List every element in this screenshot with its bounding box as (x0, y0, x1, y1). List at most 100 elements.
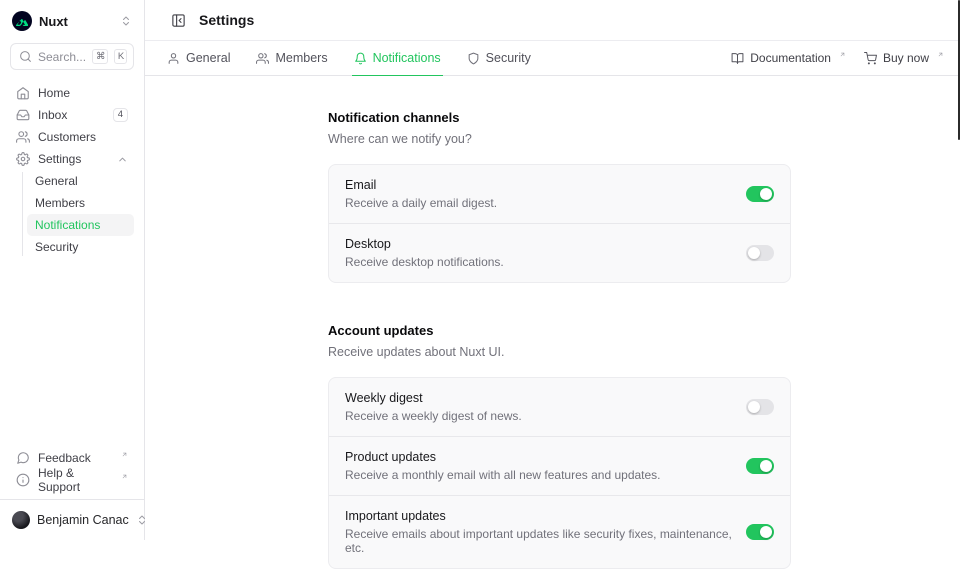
setting-description: Receive emails about important updates l… (345, 527, 734, 555)
action-label: Buy now (883, 51, 929, 65)
sidebar-item-members[interactable]: Members (27, 192, 134, 214)
tab-security[interactable]: Security (467, 41, 531, 75)
tab-members[interactable]: Members (256, 41, 327, 75)
tab-label: Security (486, 51, 531, 65)
external-link-icon (937, 51, 944, 58)
users-icon (256, 52, 269, 65)
sidebar-item-label: Members (35, 196, 85, 210)
sidebar-item-label: Settings (38, 152, 109, 166)
action-label: Documentation (750, 51, 831, 65)
setting-text: Desktop Receive desktop notifications. (345, 237, 734, 269)
user-name: Benjamin Canac (37, 513, 129, 527)
sidebar-footer: Feedback Help & Support Benjamin Canac (10, 447, 134, 532)
cart-icon (864, 52, 877, 65)
sidebar-item-label: Home (38, 86, 128, 100)
product-updates-toggle[interactable] (746, 458, 774, 474)
email-toggle[interactable] (746, 186, 774, 202)
tab-general[interactable]: General (167, 41, 230, 75)
page-title: Settings (199, 12, 254, 28)
kbd-k: K (114, 49, 127, 64)
settings-subnav: General Members Notifications Security (22, 170, 134, 258)
header-actions: Documentation Buy now (731, 41, 944, 75)
chat-bubble-icon (16, 451, 30, 465)
setting-description: Receive a weekly digest of news. (345, 409, 734, 423)
footer-link-label: Feedback (38, 451, 111, 465)
panel-left-icon (171, 13, 186, 28)
avatar (12, 511, 30, 529)
weekly-digest-toggle[interactable] (746, 399, 774, 415)
setting-description: Receive a daily email digest. (345, 196, 734, 210)
bell-icon (354, 52, 367, 65)
account-updates-section: Account updates Receive updates about Nu… (328, 323, 791, 569)
sidebar-item-customers[interactable]: Customers (10, 126, 134, 148)
app-window: Nuxt Search... ⌘ K Home Inbox 4 Customer… (0, 0, 960, 540)
sidebar: Nuxt Search... ⌘ K Home Inbox 4 Customer… (0, 0, 145, 540)
sidebar-item-settings[interactable]: Settings (10, 148, 134, 170)
notification-channels-section: Notification channels Where can we notif… (328, 110, 791, 283)
setting-row-important-updates: Important updates Receive emails about i… (329, 495, 790, 568)
help-support-link[interactable]: Help & Support (10, 469, 134, 491)
setting-label: Weekly digest (345, 391, 734, 405)
workspace-switcher[interactable]: Nuxt (12, 9, 132, 33)
sidebar-item-security[interactable]: Security (27, 236, 134, 258)
section-subtitle: Receive updates about Nuxt UI. (328, 345, 791, 359)
setting-row-desktop: Desktop Receive desktop notifications. (329, 223, 790, 282)
search-placeholder: Search... (38, 50, 86, 64)
sidebar-item-general[interactable]: General (27, 170, 134, 192)
tab-label: Notifications (373, 51, 441, 65)
sidebar-item-label: General (35, 174, 78, 188)
search-input[interactable]: Search... ⌘ K (10, 43, 134, 70)
main-panel: Settings General Members Notifications (145, 0, 960, 540)
setting-row-weekly-digest: Weekly digest Receive a weekly digest of… (329, 378, 790, 436)
tab-label: General (186, 51, 230, 65)
users-icon (16, 130, 30, 144)
settings-card: Weekly digest Receive a weekly digest of… (328, 377, 791, 569)
desktop-toggle[interactable] (746, 245, 774, 261)
section-title: Account updates (328, 323, 791, 338)
user-menu[interactable]: Benjamin Canac (10, 508, 134, 532)
chevrons-up-down-icon (120, 15, 132, 27)
setting-text: Important updates Receive emails about i… (345, 509, 734, 555)
sidebar-item-label: Security (35, 240, 78, 254)
search-icon (19, 50, 32, 63)
setting-text: Product updates Receive a monthly email … (345, 450, 734, 482)
settings-card: Email Receive a daily email digest. Desk… (328, 164, 791, 283)
setting-description: Receive a monthly email with all new fea… (345, 468, 734, 482)
info-icon (16, 473, 30, 487)
buy-now-button[interactable]: Buy now (864, 41, 944, 75)
section-title: Notification channels (328, 110, 791, 125)
settings-content: Notification channels Where can we notif… (328, 76, 791, 569)
tab-label: Members (275, 51, 327, 65)
workspace-name: Nuxt (39, 14, 113, 29)
kbd-cmd: ⌘ (92, 49, 108, 64)
chevron-up-icon (117, 154, 128, 165)
sidebar-item-label: Inbox (38, 108, 105, 122)
gear-icon (16, 152, 30, 166)
book-icon (731, 52, 744, 65)
shield-icon (467, 52, 480, 65)
collapse-sidebar-button[interactable] (167, 9, 189, 31)
sidebar-item-inbox[interactable]: Inbox 4 (10, 104, 134, 126)
tabs: General Members Notifications Security (167, 41, 531, 75)
external-link-icon (839, 51, 846, 58)
footer-link-label: Help & Support (38, 466, 111, 494)
setting-text: Weekly digest Receive a weekly digest of… (345, 391, 734, 423)
setting-description: Receive desktop notifications. (345, 255, 734, 269)
important-updates-toggle[interactable] (746, 524, 774, 540)
sidebar-item-home[interactable]: Home (10, 82, 134, 104)
documentation-link[interactable]: Documentation (731, 41, 846, 75)
setting-label: Email (345, 178, 734, 192)
nuxt-logo-icon (12, 11, 32, 31)
sidebar-divider (0, 499, 144, 500)
sidebar-item-notifications[interactable]: Notifications (27, 214, 134, 236)
tab-notifications[interactable]: Notifications (354, 41, 441, 75)
sidebar-item-label: Notifications (35, 218, 100, 232)
inbox-count-badge: 4 (113, 108, 128, 122)
sidebar-spacer (10, 258, 134, 447)
external-link-icon (121, 451, 128, 458)
setting-label: Desktop (345, 237, 734, 251)
external-link-icon (121, 473, 128, 480)
setting-label: Important updates (345, 509, 734, 523)
inbox-icon (16, 108, 30, 122)
setting-text: Email Receive a daily email digest. (345, 178, 734, 210)
